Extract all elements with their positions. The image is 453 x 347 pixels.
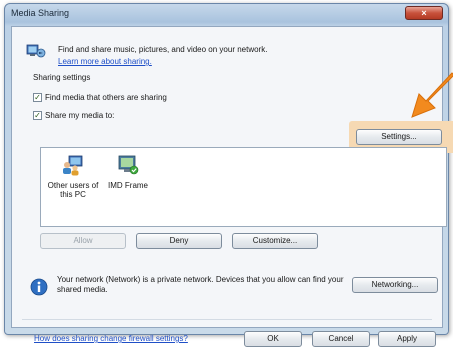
share-my-media-checkbox[interactable]: ✓ (33, 111, 42, 120)
device-item-other-users[interactable]: Other users of this PC (47, 154, 99, 199)
allow-button[interactable]: Allow (40, 233, 126, 249)
sharing-settings-label: Sharing settings (33, 73, 91, 82)
device-label-line1: Other users of (47, 181, 99, 190)
ok-button[interactable]: OK (244, 331, 302, 347)
share-my-media-row[interactable]: ✓ Share my media to: (33, 111, 114, 120)
media-sharing-window: Media Sharing × Find and share music, pi… (4, 3, 453, 347)
window-title: Media Sharing (11, 8, 70, 18)
find-media-row[interactable]: ✓ Find media that others are sharing (33, 93, 167, 102)
users-computer-icon (63, 155, 83, 176)
close-button[interactable]: × (405, 6, 443, 20)
device-label-line2: this PC (60, 190, 86, 199)
media-share-icon (26, 44, 46, 58)
info-icon (30, 278, 48, 296)
header-description: Find and share music, pictures, and vide… (58, 45, 268, 54)
footer-divider (22, 319, 432, 320)
media-frame-icon (118, 155, 139, 175)
customize-button[interactable]: Customize... (232, 233, 318, 249)
learn-more-link[interactable]: Learn more about sharing. (58, 57, 152, 66)
close-icon: × (421, 8, 427, 18)
apply-button[interactable]: Apply (378, 331, 436, 347)
device-item-imd-frame[interactable]: IMD Frame (105, 154, 151, 190)
network-info-text: Your network (Network) is a private netw… (57, 275, 344, 294)
share-my-media-label: Share my media to: (45, 111, 115, 120)
settings-button[interactable]: Settings... (356, 129, 442, 145)
find-media-checkbox[interactable]: ✓ (33, 93, 42, 102)
networking-button[interactable]: Networking... (352, 277, 438, 293)
device-list[interactable]: Other users of this PC IMD Frame (40, 147, 447, 227)
find-media-label: Find media that others are sharing (45, 93, 167, 102)
callout-arrow-icon (411, 72, 453, 118)
dialog-body: Find and share music, pictures, and vide… (11, 26, 453, 347)
deny-button[interactable]: Deny (136, 233, 222, 249)
device-label-line1: IMD Frame (108, 181, 148, 190)
cancel-button[interactable]: Cancel (312, 331, 370, 347)
